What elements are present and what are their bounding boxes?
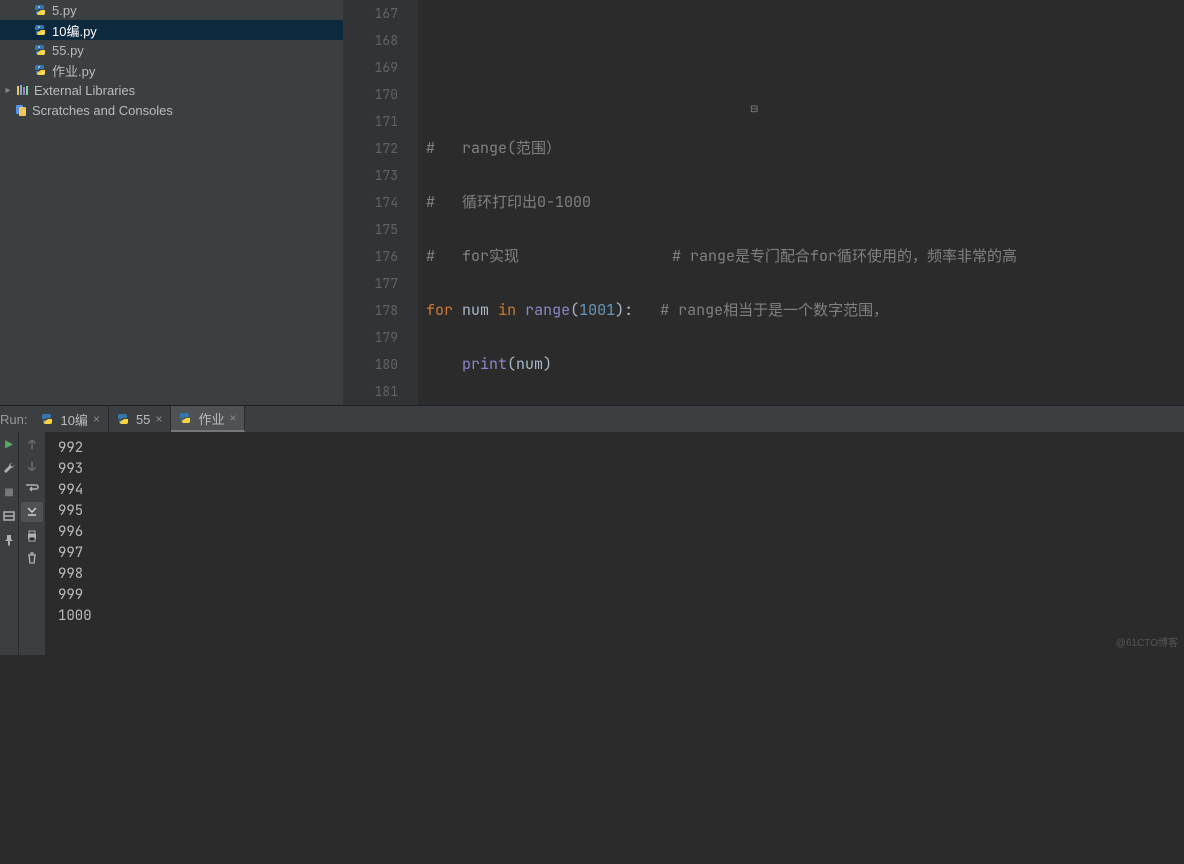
project-sidebar[interactable]: 5.py 10编.py 55.py 作业.py ▸ External Lib bbox=[0, 0, 343, 405]
file-item[interactable]: 作业.py bbox=[0, 60, 343, 80]
run-tab-label: 10编 bbox=[60, 410, 87, 429]
file-label: 55.py bbox=[52, 43, 84, 58]
file-label: 5.py bbox=[52, 3, 77, 18]
fold-icon[interactable]: ⊟ bbox=[750, 102, 760, 112]
scratches-label: Scratches and Consoles bbox=[32, 103, 173, 118]
python-file-icon bbox=[34, 3, 48, 17]
code-editor[interactable]: 167 168 169 170 171 172 173 174 175 176 … bbox=[343, 0, 1184, 405]
file-item[interactable]: 5.py bbox=[0, 0, 343, 20]
close-icon[interactable]: × bbox=[229, 411, 236, 425]
pin-icon[interactable] bbox=[1, 532, 17, 548]
stop-icon[interactable]: ■ bbox=[1, 484, 17, 500]
layout-icon[interactable] bbox=[1, 508, 17, 524]
python-file-icon bbox=[179, 411, 193, 425]
python-file-icon bbox=[34, 43, 48, 57]
line-gutter: 167 168 169 170 171 172 173 174 175 176 … bbox=[343, 0, 418, 405]
file-item-selected[interactable]: 10编.py bbox=[0, 20, 343, 40]
file-label: 10编.py bbox=[52, 21, 97, 40]
run-tab-label: 55 bbox=[136, 412, 150, 427]
run-toolbar-col1: ▶ ■ bbox=[0, 432, 19, 655]
close-icon[interactable]: × bbox=[93, 412, 100, 426]
python-file-icon bbox=[117, 412, 131, 426]
library-icon bbox=[16, 83, 30, 97]
run-label: Run: bbox=[0, 412, 33, 427]
run-tab[interactable]: 10编 × bbox=[33, 406, 108, 432]
trash-icon[interactable] bbox=[24, 550, 40, 566]
chevron-right-icon: ▸ bbox=[4, 85, 12, 96]
run-tab-active[interactable]: 作业 × bbox=[171, 406, 245, 432]
scroll-to-end-icon[interactable] bbox=[21, 502, 43, 522]
external-libs-label: External Libraries bbox=[34, 83, 135, 98]
soft-wrap-icon[interactable] bbox=[24, 480, 40, 496]
scratches-consoles[interactable]: Scratches and Consoles bbox=[0, 100, 343, 120]
file-label: 作业.py bbox=[52, 61, 95, 80]
scratches-icon bbox=[14, 103, 28, 117]
wrench-icon[interactable] bbox=[1, 460, 17, 476]
arrow-down-icon[interactable]: ↓ bbox=[24, 458, 40, 474]
arrow-up-icon[interactable]: ↑ bbox=[24, 436, 40, 452]
python-file-icon bbox=[34, 63, 48, 77]
run-tab[interactable]: 55 × bbox=[109, 406, 171, 432]
python-file-icon bbox=[41, 412, 55, 426]
close-icon[interactable]: × bbox=[155, 412, 162, 426]
python-file-icon bbox=[34, 23, 48, 37]
watermark: @61CTO博客 bbox=[1116, 634, 1178, 649]
code-content[interactable]: # range(范围） # 循环打印出0-1000 # for实现 # rang… bbox=[418, 0, 1184, 405]
rerun-icon[interactable]: ▶ bbox=[1, 436, 17, 452]
run-toolbar-col2: ↑ ↓ bbox=[19, 432, 46, 655]
external-libraries[interactable]: ▸ External Libraries bbox=[0, 80, 343, 100]
file-item[interactable]: 55.py bbox=[0, 40, 343, 60]
run-tab-label: 作业 bbox=[198, 409, 224, 428]
print-icon[interactable] bbox=[24, 528, 40, 544]
